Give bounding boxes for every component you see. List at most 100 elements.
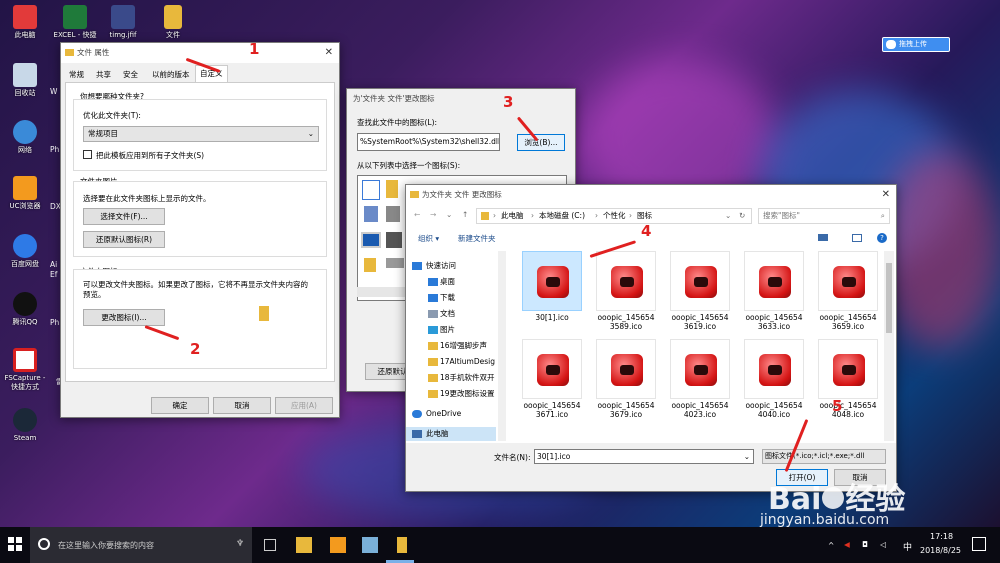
network-icon[interactable]: ◘ <box>862 540 868 549</box>
breadcrumb-item[interactable]: 此电脑 <box>501 209 524 223</box>
browse-button[interactable]: 浏览(B)... <box>517 134 565 151</box>
watermark-url: jingyan.baidu.com <box>760 512 890 528</box>
desktop-icon-network[interactable]: 网络 <box>2 120 48 155</box>
microphone-icon[interactable]: ♆ <box>236 539 244 549</box>
ico-file-icon <box>522 339 582 399</box>
printer-icon[interactable] <box>386 206 400 222</box>
file-explorer-icon[interactable] <box>296 537 312 553</box>
folder-icon[interactable] <box>397 537 407 553</box>
desktop-icon-this-pc[interactable]: 此电脑 <box>2 5 48 40</box>
desktop-icon-qq[interactable]: 腾讯QQ <box>2 292 48 327</box>
desktop-icon-fscapture[interactable]: FSCapture - 快捷方式 <box>0 348 50 392</box>
tab-sharing[interactable]: 共享 <box>92 67 115 83</box>
notification-center-icon[interactable] <box>972 537 986 551</box>
cancel-button[interactable]: 取消 <box>213 397 271 414</box>
nav-item-quick-access[interactable]: 快速访问 <box>406 259 496 273</box>
recent-locations-icon[interactable]: ⌄ <box>446 210 452 219</box>
nav-item-folder[interactable]: 19更改图标设置 <box>406 387 496 401</box>
window-icon[interactable] <box>361 232 381 248</box>
file-item[interactable]: ooopic_145654 3659.ico <box>814 251 882 331</box>
new-folder-button[interactable]: 新建文件夹 <box>458 233 496 244</box>
file-item-selected[interactable]: 30[1].ico <box>518 251 586 322</box>
baidu-pan-icon <box>13 234 37 258</box>
choose-file-button[interactable]: 选择文件(F)... <box>83 208 165 225</box>
clock-date[interactable]: 2018/8/25 <box>920 546 961 555</box>
restore-default-button[interactable]: 还原默认图标(R) <box>83 231 165 248</box>
close-icon[interactable]: ✕ <box>325 43 333 63</box>
scrollbar-thumb[interactable] <box>886 263 892 333</box>
folder-icon[interactable] <box>386 180 398 198</box>
help-icon[interactable]: ? <box>877 233 887 243</box>
breadcrumb-item[interactable]: 个性化 <box>603 209 626 223</box>
ok-button[interactable]: 确定 <box>151 397 209 414</box>
file-type-select[interactable]: 图标文件(*.ico;*.icl;*.exe;*.dll <box>762 449 886 464</box>
close-icon[interactable]: ✕ <box>882 185 890 205</box>
file-item[interactable]: ooopic_145654 3671.ico <box>518 339 586 419</box>
forward-icon[interactable]: → <box>430 210 436 219</box>
application-icon[interactable] <box>364 206 378 222</box>
optimize-select[interactable]: 常规项目 ⌄ <box>83 126 319 142</box>
file-item[interactable]: ooopic_145654 3679.ico <box>592 339 660 419</box>
back-icon[interactable]: ← <box>414 210 420 219</box>
nav-item-pictures[interactable]: 图片 <box>406 323 496 337</box>
up-icon[interactable]: ↑ <box>462 210 468 219</box>
address-bar[interactable]: › 此电脑 › 本地磁盘 (C:) › 个性化 › 图标 ⌄ ↻ <box>476 208 752 224</box>
drive-icon[interactable] <box>386 232 402 248</box>
taskbar-search-box[interactable]: 在这里输入你要搜索的内容 ♆ <box>30 527 252 563</box>
desktop-icon-folder[interactable]: 文件 <box>150 5 196 40</box>
tab-general[interactable]: 常规 <box>65 67 88 83</box>
chevron-right-icon: › <box>595 211 598 220</box>
preview-pane-icon[interactable] <box>852 234 862 242</box>
view-options-icon[interactable] <box>818 234 828 241</box>
uc-browser-icon[interactable] <box>330 537 346 553</box>
file-item[interactable]: ooopic_145654 3589.ico <box>592 251 660 331</box>
change-icon-button[interactable]: 更改图标(I)... <box>83 309 165 326</box>
tab-previous-versions[interactable]: 以前的版本 <box>148 67 194 83</box>
document-icon[interactable] <box>362 180 380 200</box>
clock-time[interactable]: 17:18 <box>930 532 953 541</box>
filename-input[interactable]: 30[1].ico ⌄ <box>534 449 754 464</box>
organize-menu[interactable]: 组织 ▾ <box>418 233 439 244</box>
ime-indicator[interactable]: 中 <box>903 540 912 553</box>
tab-security[interactable]: 安全 <box>119 67 142 83</box>
nav-item-this-pc[interactable]: 此电脑 <box>406 427 496 441</box>
file-item[interactable]: ooopic_145654 4048.ico <box>814 339 882 419</box>
nav-item-folder[interactable]: 18手机软件双开 <box>406 371 496 385</box>
desktop-icon-baidu-pan[interactable]: 百度网盘 <box>2 234 48 269</box>
apply-button[interactable]: 应用(A) <box>275 397 333 414</box>
search-input[interactable]: 搜索"图标" ⌕ <box>758 208 890 224</box>
task-view-icon[interactable] <box>264 539 276 551</box>
snipping-icon[interactable] <box>362 537 378 553</box>
file-grid-scrollbar[interactable] <box>884 251 894 441</box>
drag-upload-button[interactable]: 拖拽上传 <box>882 37 950 52</box>
windows-start-icon[interactable] <box>8 537 22 551</box>
nav-scrollbar[interactable] <box>498 251 506 441</box>
nav-item-documents[interactable]: 文档 <box>406 307 496 321</box>
desktop-icon-timg[interactable]: timg.jfif <box>100 5 146 40</box>
desktop-icon-recycle-bin[interactable]: 回收站 <box>2 63 48 98</box>
breadcrumb-item[interactable]: 图标 <box>637 209 652 223</box>
folder-icon <box>428 374 438 382</box>
tray-app-icon[interactable]: ◀ <box>844 540 850 549</box>
file-item[interactable]: ooopic_145654 3633.ico <box>740 251 808 331</box>
file-item[interactable]: ooopic_145654 3619.ico <box>666 251 734 331</box>
nav-item-desktop[interactable]: 桌面 <box>406 275 496 289</box>
nav-item-folder[interactable]: 16增强脚步声 <box>406 339 496 353</box>
desktop-icon-steam[interactable]: Steam <box>2 408 48 443</box>
refresh-icon[interactable]: ↻ <box>739 209 745 223</box>
breadcrumb-item[interactable]: 本地磁盘 (C:) <box>539 209 585 223</box>
volume-icon[interactable]: ◁ <box>880 540 886 549</box>
file-item[interactable]: ooopic_145654 4023.ico <box>666 339 734 419</box>
nav-item-downloads[interactable]: 下载 <box>406 291 496 305</box>
apply-subfolders-checkbox[interactable] <box>83 150 92 159</box>
disk-icon[interactable] <box>386 258 404 268</box>
nav-item-onedrive[interactable]: OneDrive <box>406 407 496 421</box>
chevron-down-icon[interactable]: ⌄ <box>725 209 731 223</box>
file-item[interactable]: ooopic_145654 4040.ico <box>740 339 808 419</box>
desktop-icon-excel[interactable]: EXCEL - 快捷 <box>50 5 100 40</box>
desktop-icon-uc-browser[interactable]: UC浏览器 <box>2 176 48 211</box>
nav-item-folder[interactable]: 17AltiumDesig <box>406 355 496 369</box>
icon-file-path-input[interactable]: %SystemRoot%\System32\shell32.dll <box>357 133 500 151</box>
tray-expand-icon[interactable]: ^ <box>828 541 834 550</box>
folder-icon[interactable] <box>364 258 376 272</box>
